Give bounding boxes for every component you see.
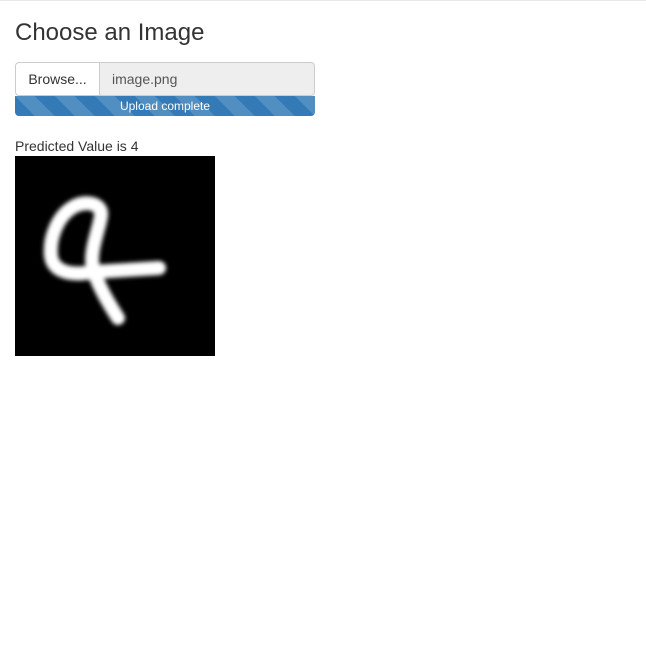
top-divider — [0, 0, 646, 1]
upload-progress-fill: Upload complete — [15, 96, 315, 116]
file-input-group: Browse... image.png — [15, 62, 315, 96]
uploaded-digit-image — [15, 156, 215, 356]
browse-button[interactable]: Browse... — [15, 62, 99, 96]
upload-progress-bar: Upload complete — [15, 96, 315, 116]
file-name-field[interactable]: image.png — [99, 62, 315, 96]
page-title: Choose an Image — [15, 19, 205, 46]
prediction-text: Predicted Value is 4 — [15, 138, 139, 154]
